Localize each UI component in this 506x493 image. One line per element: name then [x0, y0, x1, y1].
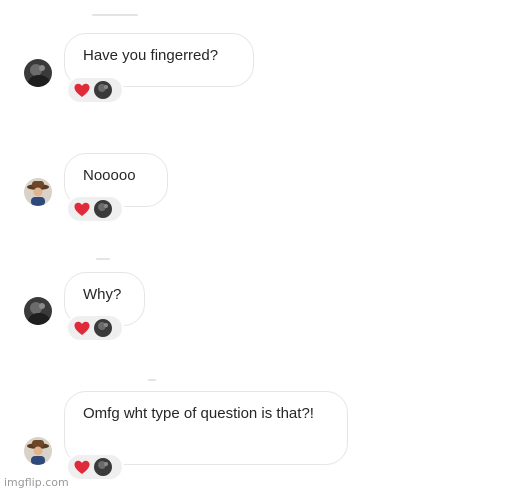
timestamp-placeholder	[96, 258, 110, 260]
reactor-avatar	[94, 458, 112, 476]
reaction-badge[interactable]	[66, 314, 124, 342]
reaction-badge[interactable]	[66, 195, 124, 223]
message-text: Why?	[83, 286, 122, 303]
message-text: Have you fingerred?	[83, 47, 219, 64]
avatar[interactable]	[24, 59, 52, 87]
avatar[interactable]	[24, 297, 52, 325]
chat-thread: Have you fingerred? Nooooo Why? Omfg wht…	[0, 0, 506, 493]
reactor-avatar	[94, 319, 112, 337]
reaction-badge[interactable]	[66, 76, 124, 104]
watermark: imgflip.com	[4, 476, 69, 489]
message-text: Nooooo	[83, 167, 136, 184]
message-text: Omfg wht type of question is that?!	[83, 405, 314, 422]
timestamp-placeholder	[148, 379, 156, 381]
heart-icon	[74, 460, 90, 475]
avatar[interactable]	[24, 178, 52, 206]
heart-icon	[74, 202, 90, 217]
timestamp-placeholder	[92, 14, 138, 16]
heart-icon	[74, 83, 90, 98]
reactor-avatar	[94, 200, 112, 218]
avatar[interactable]	[24, 437, 52, 465]
heart-icon	[74, 321, 90, 336]
reactor-avatar	[94, 81, 112, 99]
reaction-badge[interactable]	[66, 453, 124, 481]
